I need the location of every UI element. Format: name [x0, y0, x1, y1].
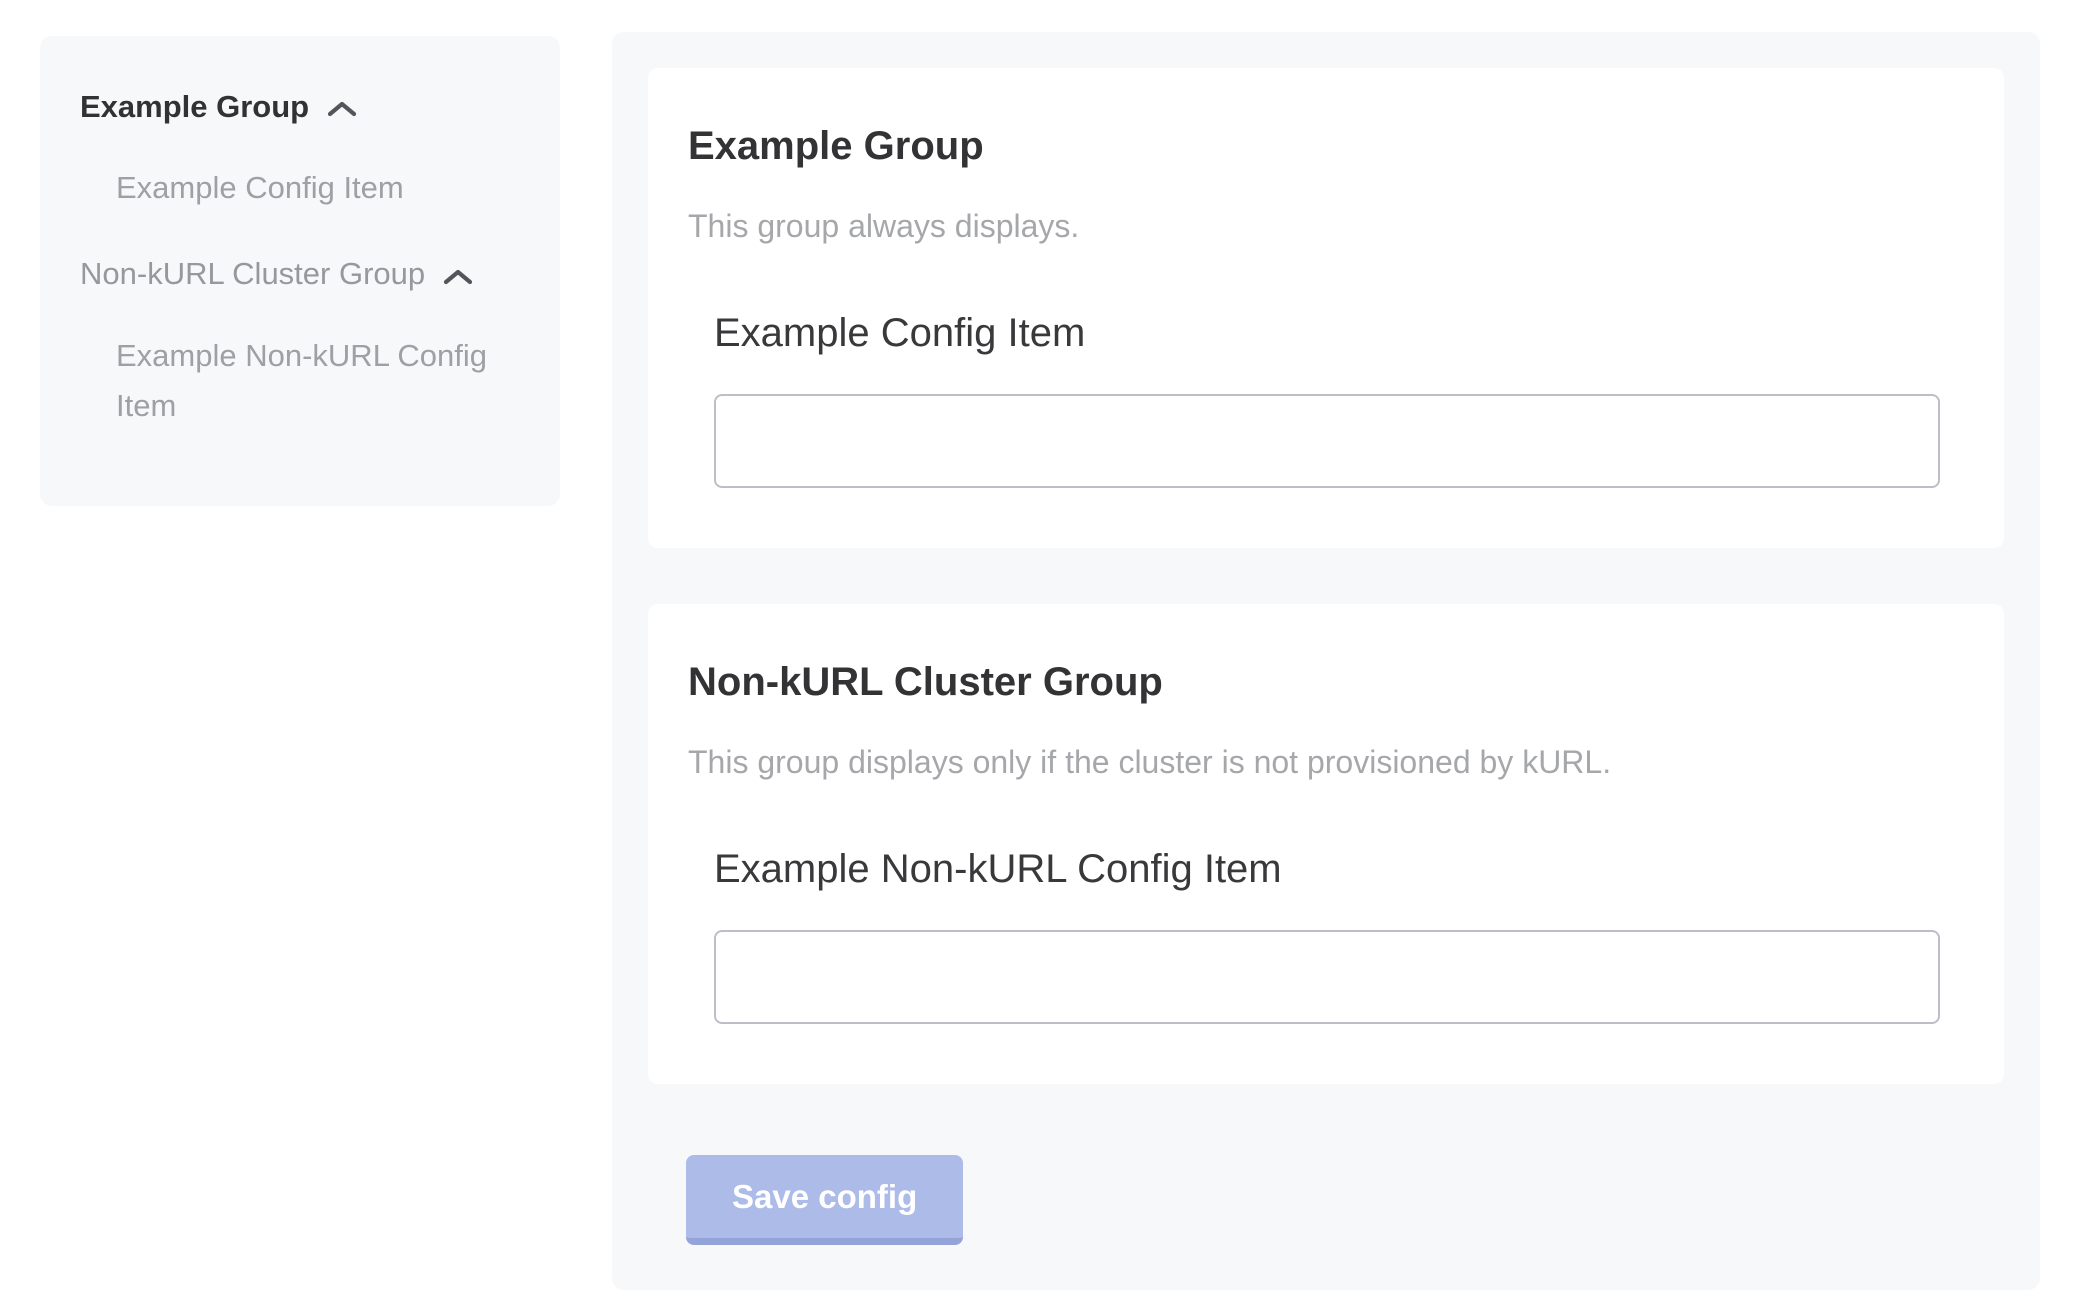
config-item-input-example-non-kurl-config-item[interactable]: [714, 930, 1940, 1024]
config-item-input-example-config-item[interactable]: [714, 394, 1940, 488]
sidebar-group-label: Non-kURL Cluster Group: [80, 255, 425, 292]
config-item: Example Non-kURL Config Item: [714, 846, 1940, 1024]
group-title: Non-kURL Cluster Group: [688, 659, 1940, 705]
sidebar-item-example-non-kurl-config-item[interactable]: Example Non-kURL Config Item: [116, 331, 520, 431]
group-description: This group always displays.: [688, 207, 1940, 245]
save-config-button[interactable]: Save config: [686, 1155, 963, 1245]
sidebar-item-example-config-item[interactable]: Example Config Item: [116, 163, 520, 213]
chevron-up-icon: [443, 268, 473, 285]
group-title: Example Group: [688, 123, 1940, 169]
sidebar-group-non-kurl-cluster-group[interactable]: Non-kURL Cluster Group: [80, 255, 520, 292]
chevron-up-icon: [327, 100, 357, 117]
config-nav-sidebar: Example Group Example Config Item Non-kU…: [40, 36, 560, 506]
config-item-label: Example Config Item: [714, 310, 1940, 356]
config-group-card-non-kurl-cluster-group: Non-kURL Cluster Group This group displa…: [648, 604, 2004, 1084]
config-main-panel: Example Group This group always displays…: [612, 32, 2040, 1290]
sidebar-group-label: Example Group: [80, 88, 309, 125]
config-item: Example Config Item: [714, 310, 1940, 488]
group-description: This group displays only if the cluster …: [688, 743, 1940, 781]
config-item-label: Example Non-kURL Config Item: [714, 846, 1940, 892]
config-group-card-example-group: Example Group This group always displays…: [648, 68, 2004, 548]
sidebar-group-example-group[interactable]: Example Group: [80, 88, 520, 125]
